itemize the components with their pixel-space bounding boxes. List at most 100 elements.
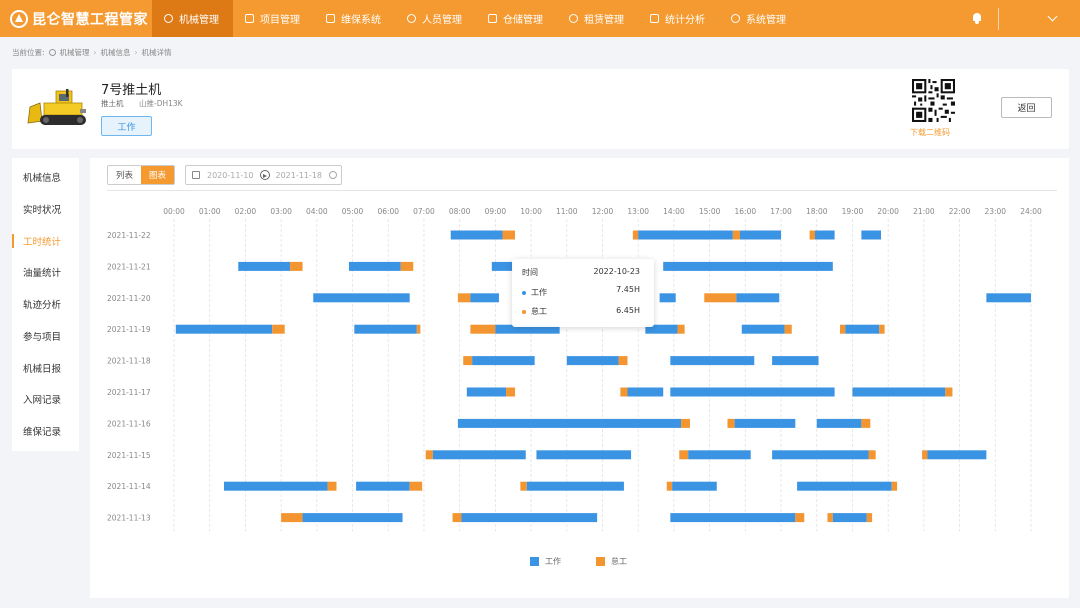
sidebar-item-daily-report[interactable]: 机械日报 [12,358,79,378]
nav-item-statistics[interactable]: 统计分析 [638,0,719,37]
work-bar[interactable] [302,513,403,523]
work-bar[interactable] [814,230,835,240]
idle-bar[interactable] [409,481,423,491]
work-bar[interactable] [457,418,682,428]
work-bar[interactable] [927,450,987,460]
legend-item-idle[interactable]: 怠工 [596,556,627,567]
idle-bar[interactable] [704,293,737,303]
idle-bar[interactable] [457,293,471,303]
legend-item-work[interactable]: 工作 [530,556,561,567]
idle-bar[interactable] [732,230,740,240]
work-bar[interactable] [238,261,291,271]
idle-bar[interactable] [784,324,792,334]
nav-item-lease[interactable]: 租赁管理 [557,0,638,37]
work-bar[interactable] [223,481,328,491]
idle-bar[interactable] [502,230,516,240]
idle-bar[interactable] [809,230,815,240]
work-bar[interactable] [175,324,273,334]
idle-bar[interactable] [452,513,462,523]
work-bar[interactable] [536,450,632,460]
work-bar[interactable] [566,356,619,366]
work-bar[interactable] [313,293,410,303]
breadcrumb-item[interactable]: 机械信息 [101,47,131,58]
work-bar[interactable] [472,356,535,366]
work-bar[interactable] [832,513,867,523]
work-bar[interactable] [772,450,869,460]
idle-bar[interactable] [866,513,873,523]
idle-bar[interactable] [727,418,735,428]
work-bar[interactable] [741,324,785,334]
work-bar[interactable] [816,418,862,428]
sidebar-item-machine-info[interactable]: 机械信息 [12,167,79,187]
work-bar[interactable] [466,387,507,397]
work-bar[interactable] [672,481,717,491]
download-qr-link[interactable]: 下载二维码 [910,127,950,138]
work-bar[interactable] [734,418,796,428]
work-bar[interactable] [663,261,833,271]
idle-bar[interactable] [795,513,805,523]
work-bar[interactable] [348,261,401,271]
idle-bar[interactable] [679,450,689,460]
work-bar[interactable] [627,387,664,397]
work-bar[interactable] [491,261,514,271]
idle-bar[interactable] [520,481,527,491]
work-bar[interactable] [986,293,1031,303]
work-bar[interactable] [432,450,526,460]
idle-bar[interactable] [506,387,516,397]
idle-bar[interactable] [891,481,898,491]
idle-bar[interactable] [290,261,303,271]
work-bar[interactable] [670,387,835,397]
work-bar[interactable] [356,481,410,491]
idle-bar[interactable] [827,513,833,523]
nav-item-projects[interactable]: 项目管理 [233,0,314,37]
work-bar[interactable] [461,513,598,523]
idle-bar[interactable] [861,418,871,428]
sidebar-item-fuel[interactable]: 油量统计 [12,262,79,282]
work-bar[interactable] [861,230,882,240]
work-bar[interactable] [688,450,751,460]
sidebar-item-maintenance-log[interactable]: 维保记录 [12,421,79,441]
sidebar-item-track[interactable]: 轨迹分析 [12,294,79,314]
nav-item-system[interactable]: 系统管理 [719,0,800,37]
idle-bar[interactable] [281,513,303,523]
chevron-down-icon[interactable] [1047,11,1058,22]
idle-bar[interactable] [272,324,285,334]
work-bar[interactable] [736,293,780,303]
breadcrumb-item[interactable]: 机械管理 [60,47,90,58]
idle-bar[interactable] [470,324,496,334]
sidebar-item-projects[interactable]: 参与项目 [12,326,79,346]
work-bar[interactable] [450,230,503,240]
idle-bar[interactable] [922,450,928,460]
work-bar[interactable] [670,513,796,523]
idle-bar[interactable] [879,324,885,334]
work-bar[interactable] [845,324,880,334]
nav-item-maintenance[interactable]: 维保系统 [314,0,395,37]
work-bar[interactable] [797,481,892,491]
idle-bar[interactable] [327,481,337,491]
idle-bar[interactable] [666,481,673,491]
work-bar[interactable] [670,356,755,366]
idle-bar[interactable] [632,230,639,240]
idle-bar[interactable] [677,324,685,334]
nav-item-warehouse[interactable]: 仓储管理 [476,0,557,37]
sidebar-item-realtime[interactable]: 实时状况 [12,199,79,219]
sidebar-item-network-log[interactable]: 入网记录 [12,389,79,409]
idle-bar[interactable] [416,324,421,334]
work-bar[interactable] [852,387,946,397]
qr-code-image[interactable] [912,79,955,122]
nav-item-personnel[interactable]: 人员管理 [395,0,476,37]
idle-bar[interactable] [945,387,953,397]
idle-bar[interactable] [839,324,846,334]
work-bar[interactable] [739,230,782,240]
home-icon[interactable] [48,49,56,56]
app-logo[interactable]: 昆仑智慧工程管家 [0,0,152,37]
work-bar[interactable] [470,293,499,303]
bell-icon[interactable] [972,13,982,24]
work-bar[interactable] [638,230,733,240]
sidebar-item-work-hours[interactable]: 工时统计 [12,231,79,251]
idle-bar[interactable] [618,356,628,366]
work-bar[interactable] [659,293,676,303]
idle-bar[interactable] [425,450,433,460]
idle-bar[interactable] [681,418,690,428]
work-bar[interactable] [772,356,819,366]
